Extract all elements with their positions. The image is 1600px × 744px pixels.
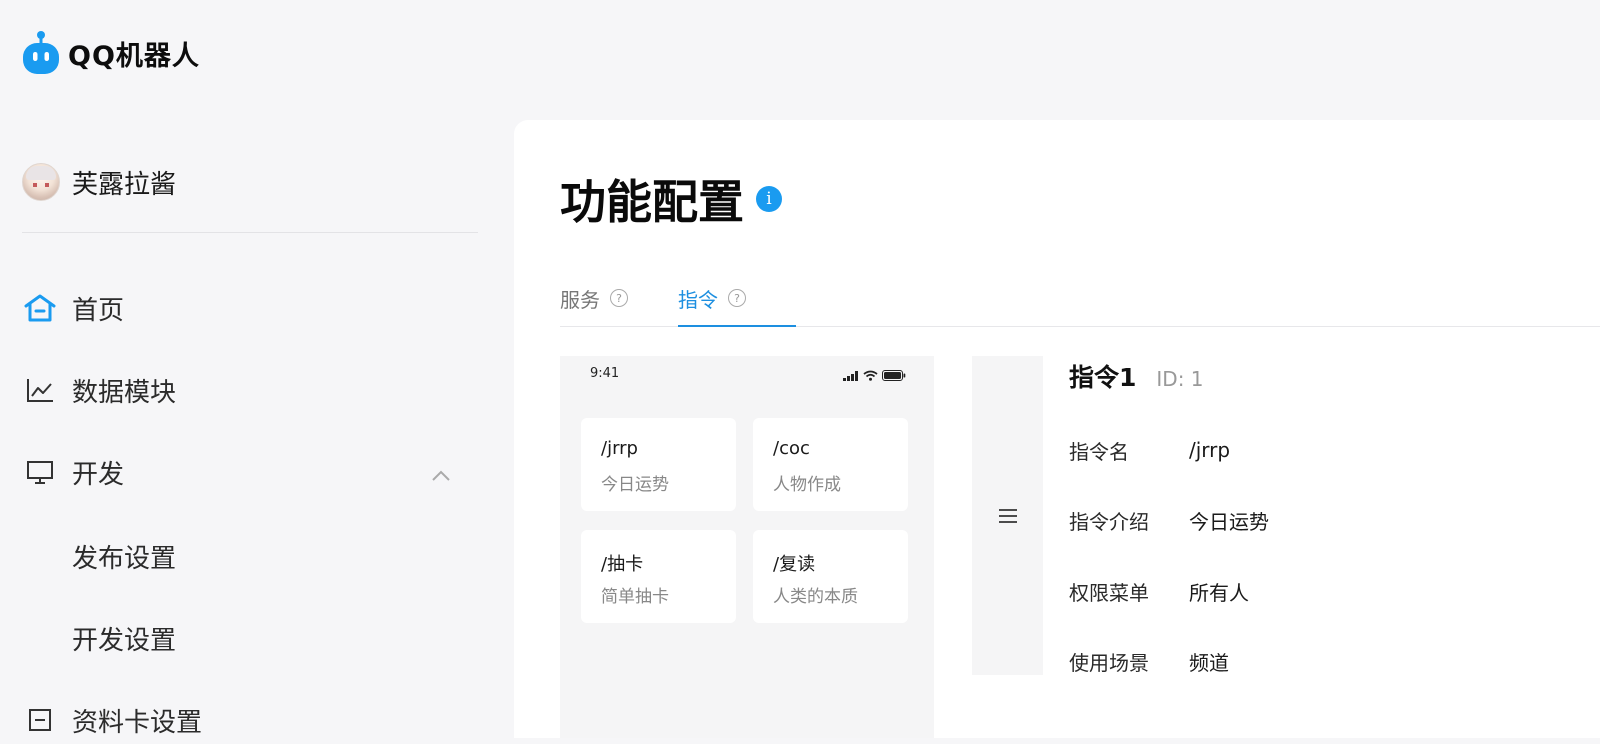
tab-label: 服务 — [560, 287, 600, 312]
field-label: 使用场景 — [1069, 650, 1149, 675]
chart-line-icon — [22, 372, 58, 408]
tab-service[interactable]: 服务 ? — [560, 270, 628, 326]
home-icon — [22, 290, 58, 326]
main-panel: 功能配置 i 服务 ? 指令 ? 9:41 /jrrp 今日运势 /coc 人物… — [514, 120, 1600, 738]
sidebar-item-label: 开发设置 — [72, 625, 177, 656]
monitor-icon — [22, 454, 58, 490]
sidebar-item-home[interactable]: 首页 — [22, 284, 462, 332]
page-title-text: 功能配置 — [560, 175, 744, 229]
sidebar-item-label: 首页 — [72, 295, 125, 326]
card-command: /复读 — [773, 554, 816, 575]
tab-label: 指令 — [678, 287, 718, 312]
field-value: 今日运势 — [1189, 509, 1269, 534]
command-card[interactable]: /jrrp 今日运势 — [581, 418, 736, 511]
help-icon[interactable]: ? — [728, 289, 746, 307]
battery-icon — [882, 370, 906, 381]
page-title: 功能配置 i — [560, 166, 782, 232]
sidebar-divider — [22, 232, 478, 233]
wifi-icon — [863, 370, 878, 381]
sidebar-item-label: 发布设置 — [72, 543, 177, 574]
card-description: 简单抽卡 — [601, 587, 669, 607]
command-card[interactable]: /coc 人物作成 — [753, 418, 908, 511]
phone-preview: 9:41 /jrrp 今日运势 /coc 人物作成 /抽卡 简单抽卡 /复读 人… — [560, 356, 934, 738]
sidebar-item-label: 开发 — [72, 459, 125, 490]
command-name: 指令1 — [1069, 363, 1137, 392]
card-command: /jrrp — [601, 438, 638, 459]
user-profile[interactable]: 芙露拉酱 — [22, 162, 176, 202]
command-id: ID: 1 — [1156, 367, 1204, 391]
user-name: 芙露拉酱 — [72, 169, 177, 200]
tab-bar: 服务 ? 指令 ? — [560, 270, 1600, 327]
field-label: 指令名 — [1069, 439, 1129, 464]
signal-icon — [843, 370, 858, 381]
field-command-intro: 指令介绍 今日运势 — [1069, 504, 1269, 536]
command-card[interactable]: /抽卡 简单抽卡 — [581, 530, 736, 623]
field-command-name: 指令名 /jrrp — [1069, 434, 1230, 466]
card-command: /coc — [773, 438, 810, 459]
card-description: 人物作成 — [773, 475, 841, 495]
card-description: 人类的本质 — [773, 587, 858, 607]
field-value: 频道 — [1189, 650, 1229, 675]
avatar — [22, 163, 60, 201]
info-icon[interactable]: i — [756, 186, 782, 212]
card-command: /抽卡 — [601, 554, 644, 575]
field-permission-menu: 权限菜单 所有人 — [1069, 575, 1249, 607]
phone-status-bar: 9:41 — [590, 366, 906, 386]
sidebar-item-publish-settings[interactable]: 发布设置 — [72, 532, 176, 580]
sidebar-item-label: 数据模块 — [72, 377, 177, 408]
sidebar-item-profile-card[interactable]: 资料卡设置 — [22, 696, 462, 744]
field-label: 指令介绍 — [1069, 509, 1149, 534]
sidebar-item-dev-settings[interactable]: 开发设置 — [72, 614, 176, 662]
tab-command[interactable]: 指令 ? — [678, 270, 746, 326]
detail-title: 指令1 ID: 1 — [1069, 358, 1204, 394]
app-logo[interactable]: QQ机器人 — [22, 30, 200, 76]
sidebar-item-dev[interactable]: 开发 — [22, 448, 462, 496]
field-label: 权限菜单 — [1069, 580, 1149, 605]
sidebar-item-data[interactable]: 数据模块 — [22, 366, 462, 414]
sidebar-item-label: 资料卡设置 — [72, 707, 203, 738]
field-usage-scene: 使用场景 频道 — [1069, 645, 1229, 677]
command-detail: 指令1 ID: 1 指令名 /jrrp 指令介绍 今日运势 权限菜单 所有人 使… — [1069, 356, 1589, 686]
command-card[interactable]: /复读 人类的本质 — [753, 530, 908, 623]
field-value: 所有人 — [1189, 580, 1249, 605]
drag-handle[interactable] — [972, 356, 1043, 675]
card-description: 今日运势 — [601, 475, 669, 495]
chevron-up-icon[interactable] — [430, 460, 452, 490]
card-icon — [22, 702, 58, 738]
logo-text: QQ机器人 — [68, 40, 200, 72]
active-tab-indicator — [678, 325, 796, 327]
status-time: 9:41 — [590, 366, 620, 381]
robot-logo-icon — [23, 31, 59, 74]
menu-drag-icon — [998, 508, 1017, 523]
sidebar: 芙露拉酱 首页 数据模块 开发 发布设置 开发设置 资料卡设置 — [0, 150, 500, 738]
field-value: /jrrp — [1189, 438, 1231, 462]
help-icon[interactable]: ? — [610, 289, 628, 307]
